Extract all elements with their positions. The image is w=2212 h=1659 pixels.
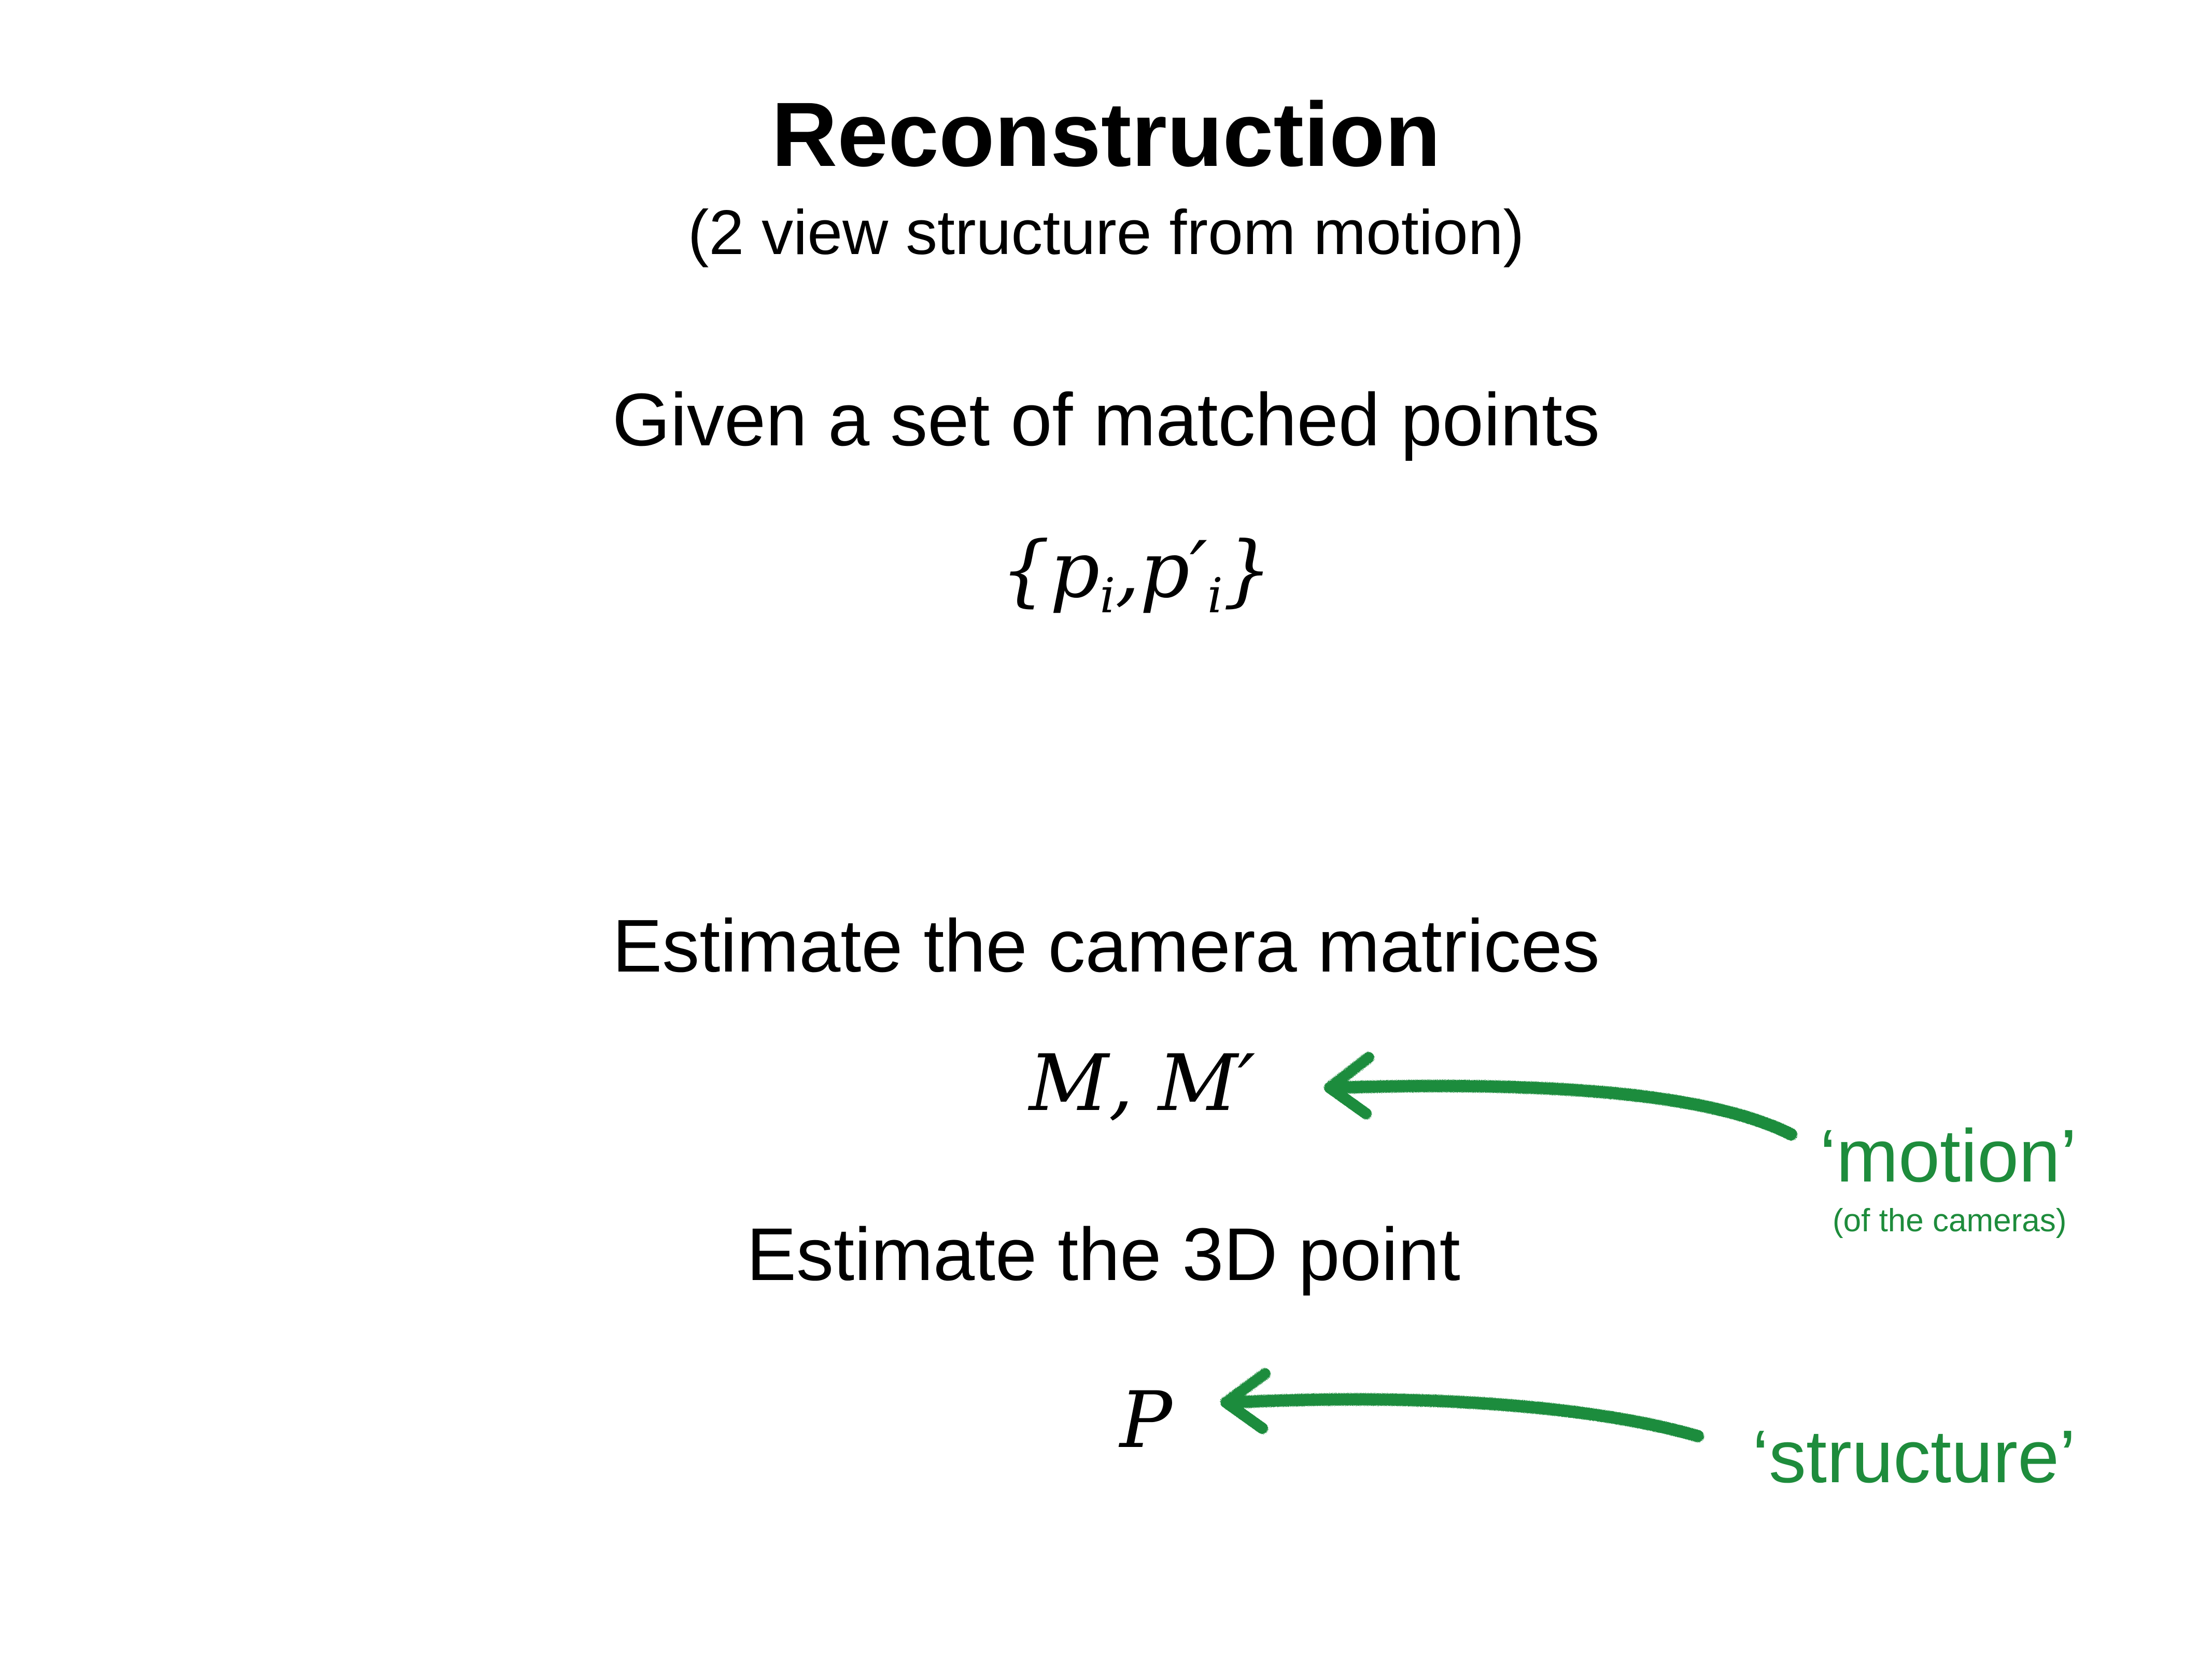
- motion-arrow-icon: [1324, 1052, 1797, 1141]
- structure-arrow-icon: [1220, 1368, 1704, 1442]
- annotation-arrows: [1220, 1052, 1797, 1442]
